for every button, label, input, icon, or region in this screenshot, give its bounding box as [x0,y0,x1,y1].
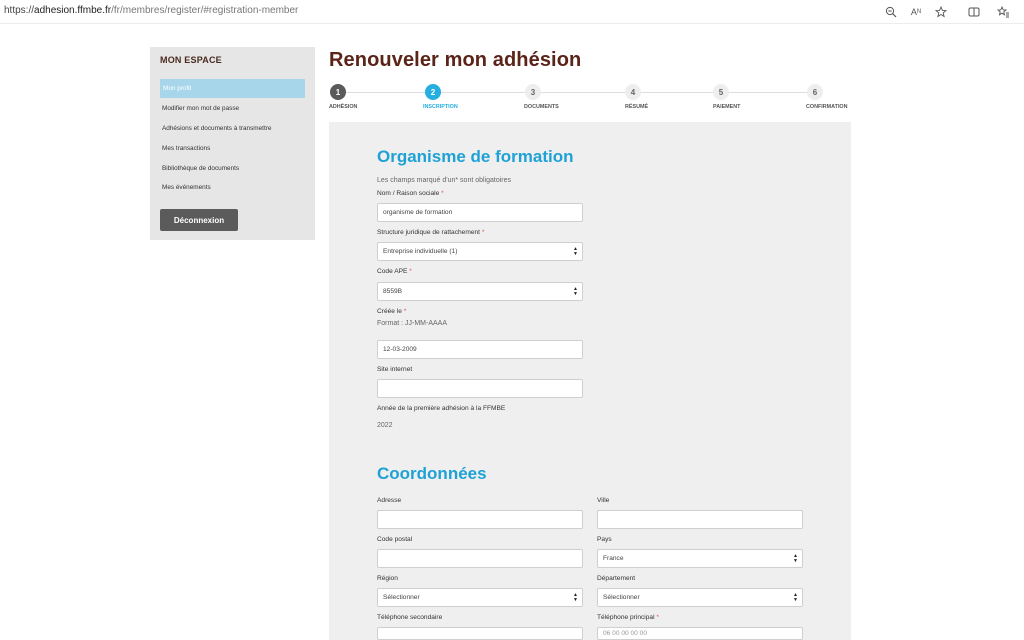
step-1-circle[interactable]: 1 [330,84,346,100]
tel-principal-label: Téléphone principal * [597,614,659,621]
zoom-icon[interactable] [883,4,899,20]
creee-le-input[interactable]: 12-03-2009 [377,340,583,359]
browser-toolbar: https://adhesion.ffmbe.fr/fr/membres/reg… [0,0,1024,24]
sidebar-item-bibliotheque[interactable]: Bibliothèque de documents [160,159,305,178]
structure-label: Structure juridique de rattachement * [377,229,485,236]
step-2-circle[interactable]: 2 [425,84,441,100]
sidebar-title: MON ESPACE [160,55,222,65]
sidebar-item-adhesions[interactable]: Adhésions et documents à transmettre [160,119,305,138]
sidebar-item-transactions[interactable]: Mes transactions [160,139,305,158]
sidebar: MON ESPACE Mon profil Modifier mon mot d… [150,47,315,240]
step-5-label: PAIEMENT [713,104,741,110]
page-title: Renouveler mon adhésion [329,49,582,71]
required-note: Les champs marqué d'un* sont obligatoire… [377,177,512,184]
step-6-circle: 6 [807,84,823,100]
url-path: /fr/membres/register/#registration-membe… [111,5,299,16]
tel-secondaire-input[interactable] [377,627,583,640]
site-internet-input[interactable] [377,379,583,398]
adresse-label: Adresse [377,497,402,504]
structure-select[interactable]: Entreprise individuelle (1) ▲ ▼ [377,242,583,261]
select-arrows-icon: ▲ ▼ [573,286,578,297]
region-select[interactable]: Sélectionner ▲ ▼ [377,588,583,607]
code-postal-input[interactable] [377,549,583,568]
premiere-adhesion-label: Année de la première adhésion à la FFMBE [377,405,506,412]
raison-sociale-label: Nom / Raison sociale * [377,190,444,197]
url-domain: adhesion.ffmbe.fr [34,5,112,16]
tel-principal-input[interactable]: 06 00 00 00 00 [597,627,803,640]
favorite-star-icon[interactable] [933,4,949,20]
code-ape-label: Code APE * [377,268,412,275]
select-arrows-icon: ▲ ▼ [793,553,798,564]
favorites-list-icon[interactable] [995,4,1011,20]
region-label: Région [377,575,398,582]
step-connector [541,92,626,93]
adresse-input[interactable] [377,510,583,529]
region-selected-value: Sélectionner [383,594,420,601]
site-internet-label: Site internet [377,366,413,373]
step-connector [641,92,714,93]
select-arrows-icon: ▲ ▼ [793,592,798,603]
ville-input[interactable] [597,510,803,529]
departement-label: Département [597,575,636,582]
step-6-label: CONFIRMATION [806,104,848,110]
step-connector [729,92,807,93]
step-3-label: DOCUMENTS [524,104,559,110]
raison-sociale-input[interactable]: organisme de formation [377,203,583,222]
date-format-hint: Format : JJ-MM-AAAA [377,320,448,327]
departement-select[interactable]: Sélectionner ▲ ▼ [597,588,803,607]
code-postal-label: Code postal [377,536,413,543]
read-aloud-icon[interactable]: AN [908,4,924,20]
sidebar-item-evenements[interactable]: Mes événements [160,178,305,197]
section-title-organisme: Organisme de formation [377,147,574,166]
step-5-circle: 5 [713,84,729,100]
step-3-circle: 3 [525,84,541,100]
step-2-label: INSCRIPTION [423,104,458,110]
ville-label: Ville [597,497,610,504]
code-ape-selected-value: 8559B [383,288,403,295]
structure-selected-value: Entreprise individuelle (1) [383,248,458,255]
step-4-label: RÉSUMÉ [625,104,649,110]
step-connector [441,92,526,93]
sidebar-item-mon-profil[interactable]: Mon profil [160,79,305,98]
departement-selected-value: Sélectionner [603,594,640,601]
select-arrows-icon: ▲ ▼ [573,592,578,603]
pays-selected-value: France [603,555,624,562]
code-ape-select[interactable]: 8559B ▲ ▼ [377,282,583,301]
split-screen-icon[interactable] [966,4,982,20]
select-arrows-icon: ▲ ▼ [573,246,578,257]
pays-label: Pays [597,536,612,543]
step-1-label: ADHÉSION [329,104,358,110]
pays-select[interactable]: France ▲ ▼ [597,549,803,568]
step-4-circle: 4 [625,84,641,100]
address-bar[interactable]: https://adhesion.ffmbe.fr/fr/membres/reg… [4,5,298,16]
logout-button[interactable]: Déconnexion [160,209,238,231]
tel-secondaire-label: Téléphone secondaire [377,614,443,621]
step-connector [346,92,426,93]
sidebar-item-mot-de-passe[interactable]: Modifier mon mot de passe [160,99,305,118]
url-prefix: https:// [4,5,35,16]
section-title-coordonnees: Coordonnées [377,464,487,483]
creee-le-label: Créée le * [377,308,407,315]
premiere-adhesion-value: 2022 [377,422,393,429]
